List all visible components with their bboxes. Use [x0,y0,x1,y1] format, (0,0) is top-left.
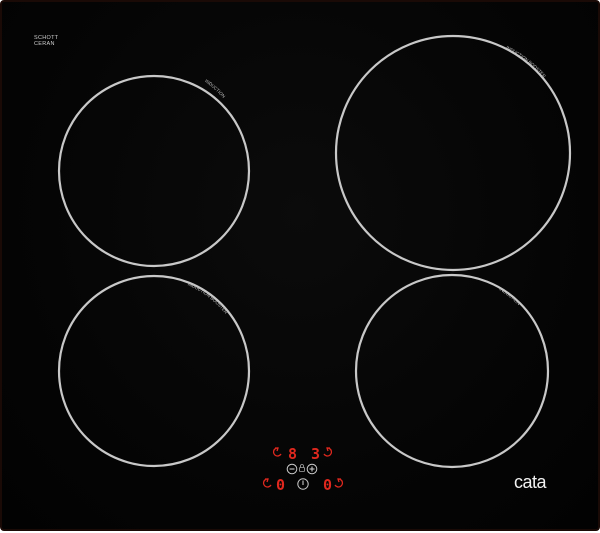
zone-label-front-left: INDUCTION BOOSTER [187,281,229,315]
minus-button[interactable] [286,463,298,475]
power-button[interactable] [297,478,309,490]
zone-select-rear-left[interactable] [272,447,282,457]
power-level-display-front-left: 0 [276,476,285,494]
induction-cooktop: SCHOTT CERAN INDUCTION INDUCTION BOOSTER… [0,0,600,531]
cooktop-surface: INDUCTION INDUCTION BOOSTER INDUCTION BO… [57,34,572,494]
zone-select-front-left[interactable] [262,478,272,488]
cata-logo: cata [514,472,548,492]
power-level-display-rear-right: 3 [311,445,320,463]
zone-label-rear-right: INDUCTION BOOSTER [505,45,547,79]
cooking-zone-rear-right [334,34,572,272]
brand-wordmark: cata [514,472,548,492]
lock-icon[interactable] [299,464,305,472]
power-level-display-rear-left: 8 [288,445,297,463]
power-level-display-front-right: 0 [323,476,332,494]
zone-label-front-right: INDUCTION [498,286,521,306]
zone-label-rear-left: INDUCTION [204,78,226,99]
touch-control-panel: 8 3 0 0 [262,445,344,494]
zone-select-rear-right[interactable] [323,447,333,457]
plus-button[interactable] [306,463,318,475]
cooking-zone-rear-left [57,74,251,268]
zone-select-front-right[interactable] [334,478,344,488]
